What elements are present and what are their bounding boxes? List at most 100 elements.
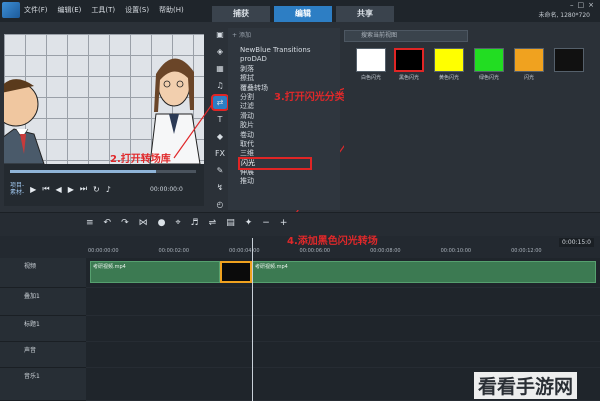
subtitle-icon[interactable]: ▤: [226, 218, 235, 228]
motion-track-icon[interactable]: ✦: [245, 218, 253, 228]
timeline-tools: ≡ ↶ ↷ ⋈ ● ⌖ ♬ ⇌ ▤ ✦ − +: [86, 218, 287, 228]
thumb-label: 黑色闪光: [398, 75, 419, 81]
category-item[interactable]: 过滤: [240, 102, 310, 111]
track-row-video: 考研视频.mp4 考研视频.mp4: [86, 258, 600, 288]
autosync-icon[interactable]: ⇌: [209, 218, 217, 228]
category-item[interactable]: proDAD: [240, 55, 310, 64]
add-category-label: 添加: [238, 32, 251, 39]
menu-bar: 文件(F) 编辑(E) 工具(T) 设置(S) 帮助(H): [24, 5, 184, 15]
library-category-icons: ▣ ◈ ▦ ♫ ⇄ T ◆ FX ✎ ↯ ◴: [211, 28, 229, 211]
media-icon[interactable]: ◈: [213, 45, 227, 58]
app-logo-icon: [2, 2, 20, 18]
speed-icon[interactable]: ◴: [213, 198, 227, 211]
category-item[interactable]: 卷动: [240, 131, 310, 140]
thumb-flash[interactable]: [514, 48, 544, 72]
black-flash-transition[interactable]: [220, 261, 252, 283]
track-row-voice: [86, 342, 600, 368]
thumb-green-flash[interactable]: [474, 48, 504, 72]
ruler-labels: 00:00:00:00 00:00:02:00 00:00:04:00 00:0…: [88, 248, 542, 254]
category-item[interactable]: 取代: [240, 140, 310, 149]
playback-controls: 项目- 素材- ▶ ⏮ ◀ ▶ ⏭ ↻ ♪: [10, 182, 111, 196]
graphics-icon[interactable]: ▦: [213, 62, 227, 75]
maximize-icon[interactable]: □: [578, 1, 585, 9]
minimize-icon[interactable]: –: [570, 1, 574, 9]
transition-category-panel: + 添加 NewBlue Transitions proDAD 剥落 擦拭 覆叠…: [228, 28, 340, 210]
track-name: 叠加1: [24, 293, 40, 300]
prev-frame-icon[interactable]: ◀: [56, 185, 62, 194]
category-item[interactable]: 滑动: [240, 112, 310, 121]
filter-icon[interactable]: FX: [213, 147, 227, 160]
track-row-overlay: [86, 288, 600, 316]
ruler-label: 00:00:02:00: [158, 248, 190, 254]
tab-capture[interactable]: 捕获: [212, 6, 270, 22]
tab-edit[interactable]: 编辑: [274, 6, 332, 22]
add-category[interactable]: + 添加: [232, 30, 251, 39]
track-header-voice[interactable]: 声音: [0, 342, 86, 368]
category-item-flash[interactable]: 闪光: [237, 156, 313, 171]
path-icon[interactable]: ↯: [213, 181, 227, 194]
category-item[interactable]: 擦拭: [240, 74, 310, 83]
menu-help[interactable]: 帮助(H): [159, 5, 184, 15]
playhead[interactable]: [252, 238, 253, 401]
preview-scrubber[interactable]: [10, 170, 196, 173]
thumb-extra[interactable]: [554, 48, 584, 72]
tab-share[interactable]: 共享: [336, 6, 394, 22]
preview-mode: 项目- 素材-: [10, 182, 24, 196]
title-icon[interactable]: T: [213, 113, 227, 126]
transition-icon[interactable]: ⇄: [211, 94, 229, 111]
preview-controls: 项目- 素材- ▶ ⏮ ◀ ▶ ⏭ ↻ ♪ 00:00:00:0: [4, 164, 204, 206]
thumb-yellow-flash[interactable]: [434, 48, 464, 72]
track-manager-icon[interactable]: ≡: [86, 218, 94, 228]
track-header-overlay[interactable]: 叠加1: [0, 288, 86, 316]
graphic-icon[interactable]: ◆: [213, 130, 227, 143]
record-icon[interactable]: ●: [158, 218, 166, 228]
repeat-icon[interactable]: ↻: [93, 185, 100, 194]
track-header-title[interactable]: 标题1: [0, 316, 86, 342]
app-window: 文件(F) 编辑(E) 工具(T) 设置(S) 帮助(H) 捕获 编辑 共享 –…: [0, 0, 600, 401]
volume-icon[interactable]: ♪: [106, 185, 111, 194]
search-input[interactable]: 搜索当前视图: [344, 30, 468, 42]
thumb-label: 闪光: [523, 75, 534, 81]
title-bar: 文件(F) 编辑(E) 工具(T) 设置(S) 帮助(H) 捕获 编辑 共享 –…: [0, 0, 600, 22]
close-icon[interactable]: ×: [588, 1, 594, 9]
category-item[interactable]: 剥落: [240, 65, 310, 74]
menu-file[interactable]: 文件(F): [24, 5, 48, 15]
redo-icon[interactable]: ↷: [121, 218, 129, 228]
video-clip[interactable]: 考研视频.mp4: [90, 261, 220, 283]
menu-settings[interactable]: 设置(S): [125, 5, 149, 15]
thumb-black-flash[interactable]: [394, 48, 424, 72]
category-item[interactable]: 胶片: [240, 121, 310, 130]
preview-scrubber-fill: [10, 170, 156, 173]
ruler-label: 00:00:06:00: [299, 248, 331, 254]
mode-project[interactable]: 项目-: [10, 182, 24, 189]
thumb-white-flash[interactable]: [356, 48, 386, 72]
ruler-label: 00:00:04:00: [229, 248, 260, 254]
track-header-music[interactable]: 音乐1: [0, 368, 86, 401]
split-icon[interactable]: ⋈: [139, 218, 148, 228]
undo-icon[interactable]: ↶: [104, 218, 112, 228]
marker-icon[interactable]: ⌖: [176, 218, 181, 228]
track-name: 标题1: [24, 321, 40, 328]
zoom-out-icon[interactable]: −: [262, 218, 270, 228]
category-item[interactable]: NewBlue Transitions: [240, 46, 310, 55]
preview-window: [4, 34, 204, 164]
video-clip[interactable]: 考研视频.mp4: [252, 261, 596, 283]
menu-tools[interactable]: 工具(T): [91, 5, 115, 15]
category-item[interactable]: 三维: [240, 149, 310, 158]
go-start-icon[interactable]: ⏮: [42, 184, 49, 194]
motion-icon[interactable]: ✎: [213, 164, 227, 177]
go-end-icon[interactable]: ⏭: [80, 184, 87, 194]
thumb-label: 白色闪光: [360, 75, 381, 81]
instant-project-icon[interactable]: ▣: [213, 28, 227, 41]
track-row-title: [86, 316, 600, 342]
track-header-video[interactable]: 视频: [0, 258, 86, 288]
ruler-label: 00:00:00:00: [88, 248, 119, 254]
music-icon[interactable]: ♫: [213, 79, 227, 92]
zoom-in-icon[interactable]: +: [280, 218, 288, 228]
category-item[interactable]: 推动: [240, 177, 310, 186]
mode-clip[interactable]: 素材-: [10, 189, 24, 196]
menu-edit[interactable]: 编辑(E): [58, 5, 82, 15]
next-frame-icon[interactable]: ▶: [68, 185, 74, 194]
mixer-icon[interactable]: ♬: [191, 218, 199, 228]
play-icon[interactable]: ▶: [30, 185, 36, 194]
